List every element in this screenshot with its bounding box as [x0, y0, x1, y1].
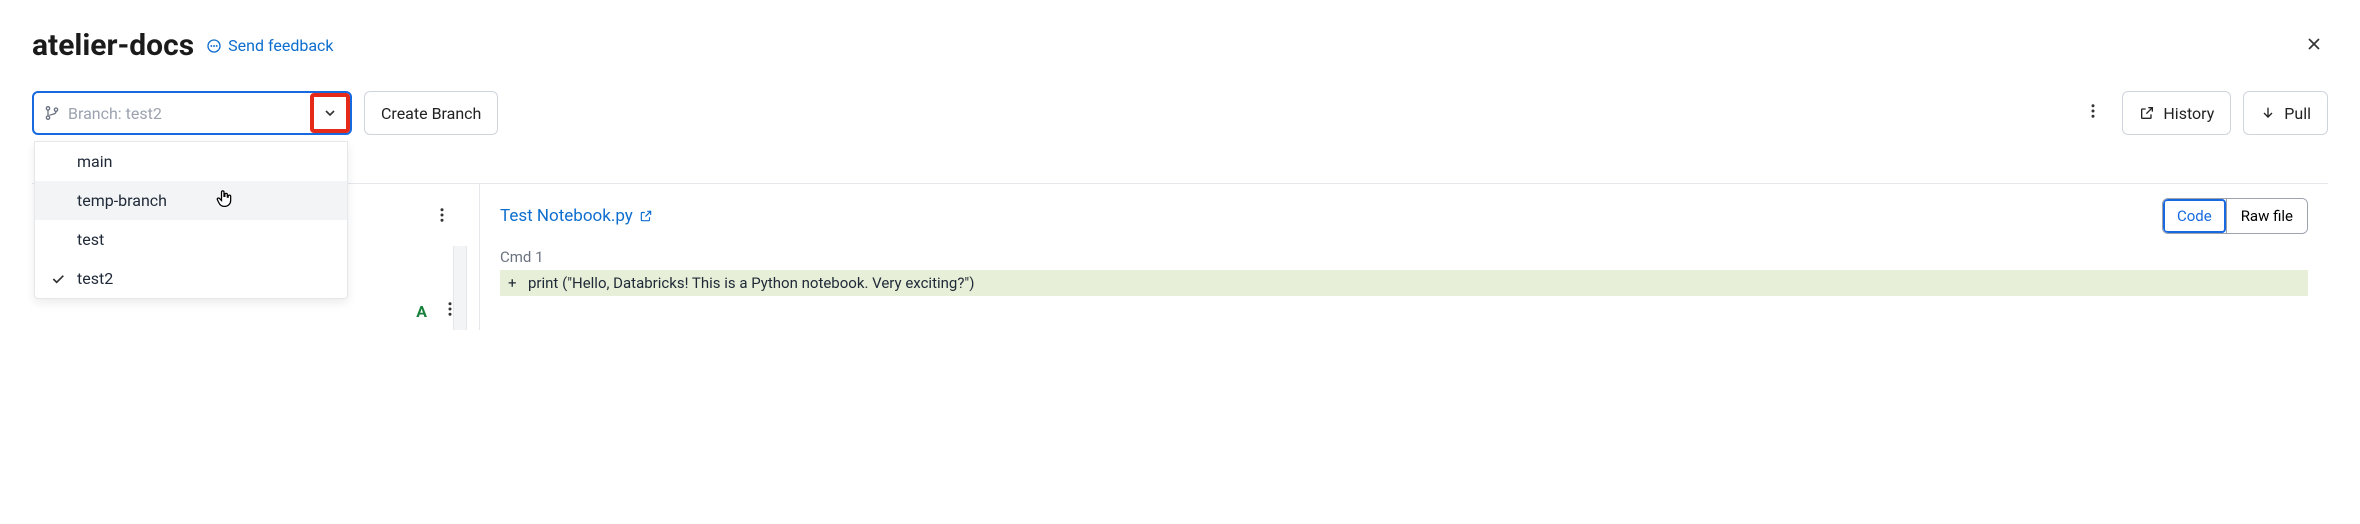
branch-option-label: main: [77, 152, 112, 171]
page-title: atelier-docs: [32, 28, 194, 63]
file-name-link[interactable]: Test Notebook.py: [500, 206, 653, 226]
branch-option-label: test: [77, 230, 104, 249]
diff-plus-marker: +: [508, 274, 528, 292]
diff-added-line: + print ("Hello, Databricks! This is a P…: [500, 270, 2308, 296]
pull-label: Pull: [2284, 104, 2311, 123]
view-mode-raw[interactable]: Raw file: [2226, 199, 2307, 233]
branch-option-test[interactable]: test: [35, 220, 347, 259]
more-actions-button[interactable]: [2076, 94, 2110, 132]
branch-option-temp-branch[interactable]: temp-branch: [35, 181, 347, 220]
branch-option-label: temp-branch: [77, 191, 167, 210]
send-feedback-link[interactable]: Send feedback: [206, 36, 333, 55]
check-icon: [50, 271, 66, 287]
chat-icon: [206, 38, 222, 54]
external-link-icon: [2139, 105, 2155, 121]
branch-dropdown-toggle[interactable]: [310, 93, 350, 133]
open-external-icon: [639, 209, 653, 223]
close-button[interactable]: [2300, 30, 2328, 62]
close-icon: [2304, 34, 2324, 54]
history-label: History: [2163, 104, 2214, 123]
git-branch-icon: [44, 105, 60, 121]
feedback-label: Send feedback: [228, 36, 333, 55]
view-mode-toggle: Code Raw file: [2162, 198, 2308, 234]
view-mode-code[interactable]: Code: [2163, 199, 2226, 233]
create-branch-label: Create Branch: [381, 104, 481, 123]
cmd-label: Cmd 1: [500, 248, 2308, 266]
branch-option-test2[interactable]: test2: [35, 259, 347, 298]
chevron-down-icon: [322, 105, 338, 121]
code-diff: Cmd 1 + print ("Hello, Databricks! This …: [500, 248, 2308, 296]
file-status-added: A: [416, 302, 427, 321]
scrollbar[interactable]: [453, 246, 467, 330]
create-branch-button[interactable]: Create Branch: [364, 91, 498, 135]
arrow-down-icon: [2260, 105, 2276, 121]
branch-selector[interactable]: main temp-branch test test2: [32, 91, 352, 135]
branch-input[interactable]: [68, 104, 300, 123]
history-button[interactable]: History: [2122, 91, 2231, 135]
file-name: Test Notebook.py: [500, 206, 633, 226]
kebab-icon: [433, 206, 451, 224]
branch-dropdown-menu: main temp-branch test test2: [34, 141, 348, 299]
branch-option-label: test2: [77, 269, 113, 288]
branch-option-main[interactable]: main: [35, 142, 347, 181]
diff-line-content: print ("Hello, Databricks! This is a Pyt…: [528, 274, 974, 292]
pull-button[interactable]: Pull: [2243, 91, 2328, 135]
tree-more-button[interactable]: [425, 198, 459, 236]
preview-pane: Test Notebook.py Code Raw file Cmd 1 + p…: [480, 184, 2328, 330]
kebab-icon: [2084, 102, 2102, 120]
